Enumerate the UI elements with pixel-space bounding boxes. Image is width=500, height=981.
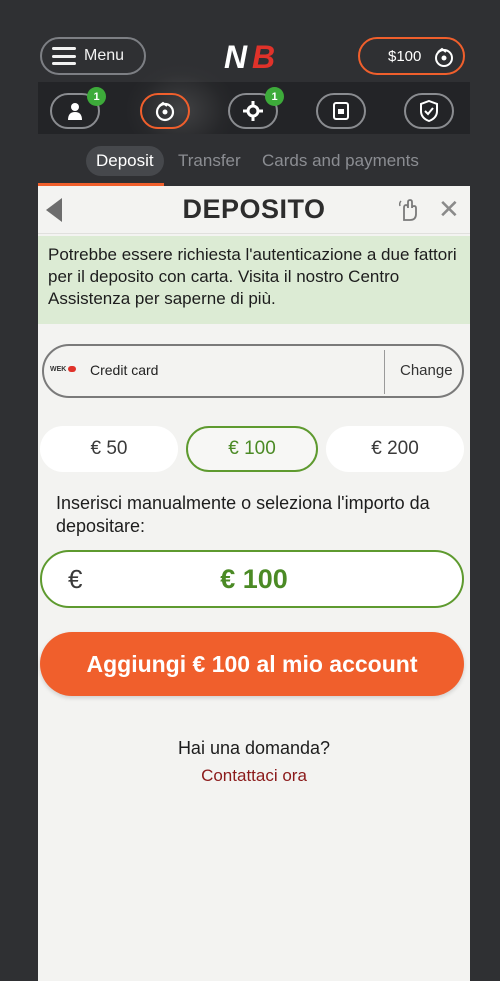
top-bar: Menu N B $100 — [0, 0, 500, 82]
divider — [384, 350, 385, 394]
hand-pointer-icon[interactable] — [396, 198, 422, 222]
balance-amount: $100 — [388, 47, 422, 65]
wallet-icon — [435, 47, 453, 67]
help-question: Hai una domanda? — [177, 738, 331, 758]
nav-settings[interactable]: 1 — [228, 87, 284, 129]
two-factor-notice: Potrebbe essere richiesta l'autenticazio… — [38, 236, 470, 324]
hamburger-icon — [52, 47, 76, 65]
contact-link[interactable]: Contattaci ora — [38, 766, 470, 786]
tab-deposit[interactable]: Deposit — [86, 146, 164, 176]
tab-cards-and-payments[interactable]: Cards and payments — [262, 146, 419, 176]
icon-nav: 1 1 — [38, 64, 470, 156]
close-icon[interactable]: ✕ — [438, 196, 460, 222]
nav-security[interactable] — [404, 93, 454, 129]
shield-icon — [420, 100, 438, 122]
user-icon — [68, 103, 82, 120]
add-funds-button[interactable]: Aggiungi € 100 al mio account — [40, 632, 464, 696]
card-brand-icon: WEK — [50, 366, 77, 373]
logo-b: B — [252, 39, 275, 74]
panel-header: DEPOSITO ✕ — [38, 186, 470, 234]
balance-button[interactable]: $100 — [358, 37, 465, 75]
amount-option-50[interactable]: € 50 — [40, 426, 178, 472]
payment-method-label: Credit card — [90, 362, 159, 378]
logo-n: N — [224, 39, 248, 74]
amount-option-100[interactable]: € 100 — [186, 426, 318, 472]
nav-wallet[interactable] — [140, 93, 190, 129]
card-brand-text: WEK — [50, 366, 67, 373]
payment-method-selector[interactable]: WEK Credit card Change — [42, 344, 464, 398]
tab-bar: Deposit Transfer Cards and payments — [38, 134, 470, 186]
gear-icon — [243, 101, 263, 121]
notification-badge: 1 — [265, 87, 284, 106]
wallet-icon — [155, 101, 175, 122]
document-icon — [333, 102, 349, 120]
nav-profile[interactable]: 1 — [50, 87, 106, 129]
amount-instructions: Inserisci manualmente o seleziona l'impo… — [56, 493, 430, 536]
amount-value: € 100 — [220, 564, 288, 594]
change-button[interactable]: Change — [400, 362, 453, 379]
deposit-panel: DEPOSITO ✕ Potrebbe essere richiesta l'a… — [38, 186, 470, 981]
brand-logo[interactable]: N B — [222, 38, 286, 74]
amount-option-200[interactable]: € 200 — [326, 426, 464, 472]
nav-documents[interactable] — [316, 93, 366, 129]
notification-badge: 1 — [87, 87, 106, 106]
tab-transfer[interactable]: Transfer — [178, 146, 241, 176]
menu-label: Menu — [84, 47, 125, 64]
menu-button[interactable]: Menu — [40, 37, 146, 75]
amount-input[interactable]: € € 100 — [40, 550, 464, 608]
